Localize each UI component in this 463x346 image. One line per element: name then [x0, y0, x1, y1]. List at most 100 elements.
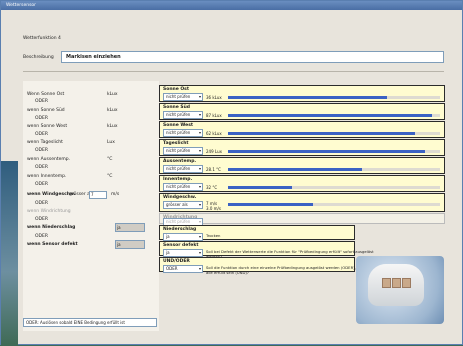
- panel-title: Sonne West: [163, 123, 194, 128]
- level-bar: [228, 132, 440, 135]
- oder-label: ODER: [35, 116, 48, 121]
- condition-label: wenn Sonne West: [27, 124, 68, 129]
- background-photo: [1, 161, 18, 346]
- panel-title: Aussentemp.: [163, 159, 197, 164]
- sensor-panel: Sonne Südnicht prüfen87 kLux: [159, 103, 445, 120]
- window-title: Wettersensor: [1, 1, 462, 10]
- condition-row: ODER: [23, 98, 159, 106]
- sensor-panel: Windrichtungnicht prüfen: [159, 213, 445, 226]
- panel-title: Niederschlag: [163, 227, 197, 232]
- sensor-cell: [392, 278, 401, 288]
- condition-row: ODER: [23, 200, 159, 208]
- sensor-panel: Sensor defektjaSoll bei Defekt der Wette…: [159, 241, 374, 259]
- sensor-value: 87 kLux: [206, 113, 222, 118]
- panel-description: Trocken: [206, 233, 221, 238]
- sensor-value: 249 Lux: [206, 149, 222, 154]
- panel-title: Sonne Ost: [163, 87, 190, 92]
- level-bar: [228, 114, 440, 117]
- condition-row: wenn Windrichtung: [23, 208, 159, 216]
- condition-label: wenn Innentemp.: [27, 174, 67, 179]
- level-bar: [228, 203, 440, 206]
- condition-value-field: ja: [115, 240, 145, 249]
- condition-row: wenn Sonne Süd kLux: [23, 107, 159, 115]
- oder-label: ODER: [35, 165, 48, 170]
- sensor-value: 32 °C: [206, 185, 218, 190]
- condition-label: wenn Sensor defekt: [27, 242, 78, 247]
- level-bar-fill: [228, 132, 415, 135]
- oder-label: ODER: [35, 182, 48, 187]
- condition-row: wenn Windgeschw. grösser als 7 m/s: [23, 191, 159, 199]
- group-label: Wetterfunktion 4: [23, 36, 61, 41]
- panel-title: Innentemp.: [163, 177, 193, 182]
- panel-title: Sonne Süd: [163, 105, 191, 110]
- main-window: Wettersensor Wetterfunktion 4 Beschreibu…: [0, 0, 463, 346]
- level-bar-fill: [228, 114, 432, 117]
- unit-label: kLux: [107, 124, 118, 129]
- condition-row: wenn Tageslicht Lux: [23, 139, 159, 147]
- condition-row: wenn Innentemp. °C: [23, 173, 159, 181]
- level-bar-fill: [228, 168, 362, 171]
- level-bar: [228, 96, 440, 99]
- condition-label: wenn Windrichtung: [27, 209, 71, 214]
- sensor-value: 62 kLux: [206, 131, 222, 136]
- condition-row: wenn Sonne West kLux: [23, 123, 159, 131]
- condition-select[interactable]: nicht prüfen: [163, 183, 203, 191]
- sensor-panel: Sonne Westnicht prüfen62 kLux: [159, 121, 445, 138]
- sensor-panel: Innentemp.nicht prüfen32 °C: [159, 175, 445, 192]
- panel-title: Sensor defekt: [163, 243, 199, 248]
- condition-row: wenn Niederschlag ja: [23, 223, 159, 232]
- condition-row: ODER: [23, 164, 159, 172]
- conditions-list: Wenn Sonne Ost kLux ODER wenn Sonne Süd kLux…: [23, 81, 159, 331]
- description-label: Beschreibung: [23, 55, 54, 60]
- panel-title: Windgeschw.: [163, 195, 197, 200]
- unit-label: m/s: [111, 192, 120, 197]
- oder-label: ODER: [35, 148, 48, 153]
- oder-label: ODER: [35, 217, 48, 222]
- condition-row: ODER: [23, 147, 159, 155]
- sensor-panel: Windgeschw.grösser als7 m/s3.0 m/s: [159, 193, 445, 212]
- sensor-cell: [402, 278, 411, 288]
- condition-select[interactable]: nicht prüfen: [163, 93, 203, 101]
- condition-row: ODER: [23, 115, 159, 123]
- condition-select[interactable]: nicht prüfen: [163, 147, 203, 155]
- condition-select[interactable]: ODER: [163, 265, 203, 273]
- description-field[interactable]: Markisen einziehen: [61, 51, 444, 63]
- sensor-value: 28.1 °C: [206, 167, 221, 172]
- condition-row: wenn Aussentemp. °C: [23, 156, 159, 164]
- condition-select[interactable]: ja: [163, 249, 203, 257]
- oder-label: ODER: [35, 99, 48, 104]
- sensor-panel: NiederschlagjaTrocken: [159, 225, 355, 241]
- condition-value-field: ja: [115, 223, 145, 232]
- level-bar-fill: [228, 150, 426, 153]
- condition-label: wenn Aussentemp.: [27, 157, 71, 162]
- level-bar: [228, 150, 440, 153]
- condition-select[interactable]: nicht prüfen: [163, 111, 203, 119]
- panel-title: UND/ODER: [163, 259, 190, 264]
- condition-select[interactable]: ja: [163, 233, 203, 241]
- level-bar: [228, 186, 440, 189]
- condition-row: wenn Sensor defekt ja: [23, 240, 159, 249]
- level-bar-fill: [228, 203, 313, 206]
- status-field: ODER: Auslösen sobald EINE Bedingung erf…: [23, 318, 157, 327]
- level-bar-fill: [228, 96, 387, 99]
- oder-label: ODER: [35, 234, 48, 239]
- condition-label: wenn Sonne Süd: [27, 108, 65, 113]
- sensor-panel: Tageslichtnicht prüfen249 Lux: [159, 139, 445, 156]
- sensor-value: 36 kLux: [206, 95, 222, 100]
- oder-label: ODER: [35, 201, 48, 206]
- threshold-input[interactable]: 7: [89, 191, 107, 199]
- unit-label: °C: [107, 157, 113, 162]
- condition-row: ODER: [23, 131, 159, 139]
- oder-label: ODER: [35, 132, 48, 137]
- sensor-housing: [368, 264, 424, 306]
- level-bar-fill: [228, 186, 292, 189]
- level-bar: [228, 168, 440, 171]
- condition-label: wenn Tageslicht: [27, 140, 63, 145]
- sensor-value-secondary: 3.0 m/s: [206, 206, 221, 211]
- unit-label: Lux: [107, 140, 115, 145]
- condition-select[interactable]: nicht prüfen: [163, 129, 203, 137]
- condition-select[interactable]: nicht prüfen: [163, 165, 203, 173]
- sensor-cell: [382, 278, 391, 288]
- sensor-panel: UND/ODERODERSoll die Funktion durch eine…: [159, 257, 382, 275]
- condition-select[interactable]: grösser als: [163, 201, 203, 209]
